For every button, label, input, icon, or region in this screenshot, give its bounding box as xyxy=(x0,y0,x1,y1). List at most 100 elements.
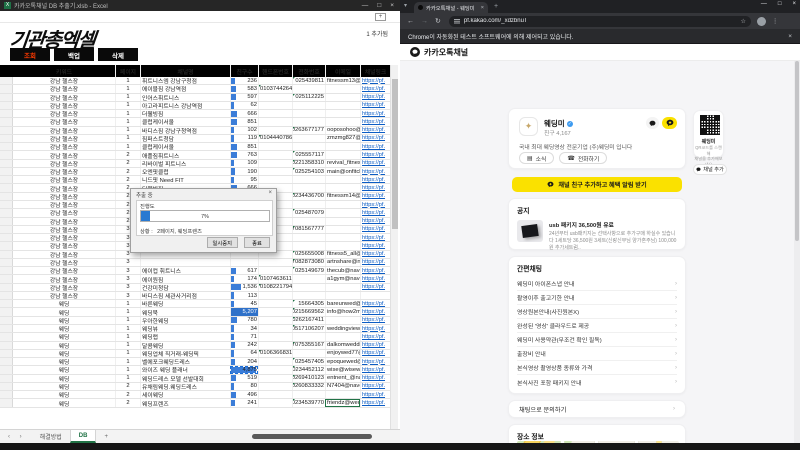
row-gutter[interactable] xyxy=(0,350,13,357)
row-gutter[interactable] xyxy=(0,284,13,291)
add-sheet-button[interactable]: + xyxy=(104,434,108,440)
channel-link[interactable]: https://pf. xyxy=(362,359,385,365)
channel-link[interactable]: https://pf. xyxy=(362,169,385,175)
channel-link[interactable]: https://pf. xyxy=(362,276,385,282)
cell-page[interactable]: 2 xyxy=(115,168,140,175)
cell-email[interactable] xyxy=(325,201,360,208)
cell-email[interactable]: entnent_@nav xyxy=(325,375,360,382)
cell-mobile[interactable] xyxy=(258,292,292,299)
page-scroll-thumb[interactable] xyxy=(795,61,799,241)
cell-email[interactable]: a1gym@naver xyxy=(325,275,360,282)
cell-email[interactable]: ooposohoo@n xyxy=(325,127,360,134)
quick-chat-item[interactable]: 출장비 안내› xyxy=(517,347,677,361)
add-friend-banner[interactable]: 채널 친구 추가하고 혜택 알림 받기 xyxy=(512,177,682,192)
cell-friend-count[interactable] xyxy=(230,259,258,266)
pause-button[interactable]: 일시중지 xyxy=(207,237,239,248)
channel-link[interactable]: https://pf. xyxy=(362,259,385,265)
cell-channel-link[interactable]: https://pf. xyxy=(360,127,390,134)
cell-page[interactable]: 1 xyxy=(115,118,140,125)
cell-channel-name[interactable]: 에이컵 휘트니스 xyxy=(140,267,230,274)
cell-friend-count[interactable]: 119 xyxy=(230,135,258,142)
channel-link[interactable]: https://pf. xyxy=(362,218,385,224)
cell-friend-count[interactable]: 64 xyxy=(230,350,258,357)
cell-keyword[interactable]: 강남 헬스장 xyxy=(13,201,115,208)
cell-page[interactable]: 1 xyxy=(115,308,140,315)
cell-phone[interactable] xyxy=(292,284,325,291)
cell-phone[interactable]: 025557117 xyxy=(292,151,325,158)
cell-page[interactable]: 2 xyxy=(115,151,140,158)
cell-email[interactable]: fitness5_all@b xyxy=(325,251,360,258)
cell-email[interactable] xyxy=(325,209,360,216)
cell-channel-name[interactable]: 세이웨딩 xyxy=(140,391,230,398)
cell-page[interactable]: 1 xyxy=(115,358,140,365)
cell-channel-name[interactable]: 유채림웨딩.웨딩드레스 xyxy=(140,383,230,390)
cell-channel-link[interactable]: https://pf. xyxy=(360,366,390,373)
cell-mobile[interactable] xyxy=(258,358,292,365)
row-gutter[interactable] xyxy=(0,366,13,373)
address-bar[interactable]: pf.kakao.com/_xdzbnuT ☆ xyxy=(449,16,751,27)
page-scrollbar[interactable] xyxy=(794,61,800,443)
cell-keyword[interactable]: 웨딩 xyxy=(13,350,115,357)
reload-button[interactable]: ↻ xyxy=(435,17,441,25)
channel-link[interactable]: https://pf. xyxy=(362,367,385,373)
row-gutter[interactable] xyxy=(0,391,13,398)
cell-channel-name[interactable]: 휘트니스엠 강남구청점 xyxy=(140,77,230,84)
cell-phone[interactable] xyxy=(292,110,325,117)
cell-page[interactable]: 1 xyxy=(115,300,140,307)
cell-channel-name[interactable]: 웨딩드레스 모델 선발대회 xyxy=(140,375,230,382)
cell-channel-name[interactable]: 달콤웨딩 xyxy=(140,342,230,349)
cell-channel-name[interactable]: 애플짐휘트니스 xyxy=(140,151,230,158)
sheet-tab-db[interactable]: DB xyxy=(70,430,97,443)
cell-keyword[interactable]: 웨딩 xyxy=(13,391,115,398)
quick-chat-item[interactable]: 영상원본안내(사진원본X)› xyxy=(517,305,677,319)
cell-page[interactable]: 3 xyxy=(115,292,140,299)
cell-phone[interactable]: 0517106207 xyxy=(292,325,325,332)
cell-channel-name[interactable]: 바른웨딩 xyxy=(140,300,230,307)
cell-page[interactable]: 2 xyxy=(115,399,140,406)
profile-avatar-icon[interactable] xyxy=(757,17,766,26)
cell-friend-count[interactable]: 80 xyxy=(230,383,258,390)
cell-keyword[interactable]: 웨딩 xyxy=(13,308,115,315)
call-button[interactable]: ☎전화하기 xyxy=(559,152,607,164)
cell-channel-name[interactable] xyxy=(140,259,230,266)
cell-phone[interactable]: 025487079 xyxy=(292,209,325,216)
cell-friend-count[interactable]: 45 xyxy=(230,300,258,307)
cell-keyword[interactable]: 웨딩 xyxy=(13,375,115,382)
cell-friend-count[interactable]: 242 xyxy=(230,342,258,349)
cell-channel-name[interactable]: 건강미청담 xyxy=(140,284,230,291)
cell-mobile[interactable] xyxy=(258,143,292,150)
cell-mobile[interactable] xyxy=(258,383,292,390)
channel-link[interactable]: https://pf. xyxy=(362,86,385,92)
channel-link[interactable]: https://pf. xyxy=(362,78,385,84)
cell-page[interactable]: 3 xyxy=(115,284,140,291)
channel-link[interactable]: https://pf. xyxy=(362,193,385,199)
cell-friend-count[interactable]: 34 xyxy=(230,325,258,332)
cell-channel-link[interactable]: https://pf. xyxy=(360,383,390,390)
cell-channel-link[interactable]: https://pf. xyxy=(360,275,390,282)
cell-keyword[interactable]: 강남 헬스장 xyxy=(13,176,115,183)
cell-email[interactable] xyxy=(325,110,360,117)
cell-phone[interactable] xyxy=(292,201,325,208)
cell-friend-count[interactable]: 851 xyxy=(230,143,258,150)
cell-keyword[interactable]: 강남 헬스장 xyxy=(13,234,115,241)
cell-phone[interactable]: 0263677177 xyxy=(292,127,325,134)
cell-email[interactable]: enjoywed77@ xyxy=(325,350,360,357)
channel-link[interactable]: https://pf. xyxy=(362,94,385,100)
chrome-close-button[interactable]: × xyxy=(792,1,796,7)
cell-channel-name[interactable]: 니드핏 Need FIT xyxy=(140,176,230,183)
cell-channel-link[interactable]: https://pf. xyxy=(360,342,390,349)
channel-link[interactable]: https://pf. xyxy=(362,102,385,108)
cell-email[interactable] xyxy=(325,234,360,241)
cell-mobile[interactable] xyxy=(258,94,292,101)
row-gutter[interactable] xyxy=(0,135,13,142)
cell-friend-count[interactable]: 597 xyxy=(230,94,258,101)
notice-item[interactable]: usb 패키지 36,500원 유료 24년부터 usb패키지는 선택사항으로 … xyxy=(517,220,677,251)
row-gutter[interactable] xyxy=(0,358,13,365)
cell-channel-link[interactable]: https://pf. xyxy=(360,399,390,406)
row-gutter[interactable] xyxy=(0,259,13,266)
row-gutter[interactable] xyxy=(0,143,13,150)
excel-vertical-scrollbar[interactable] xyxy=(390,65,398,429)
quick-chat-item[interactable]: 본식사진 포함 패키지 안내› xyxy=(517,375,677,389)
cell-phone[interactable]: 0260833332 xyxy=(292,383,325,390)
channel-link[interactable]: https://pf. xyxy=(362,226,385,232)
